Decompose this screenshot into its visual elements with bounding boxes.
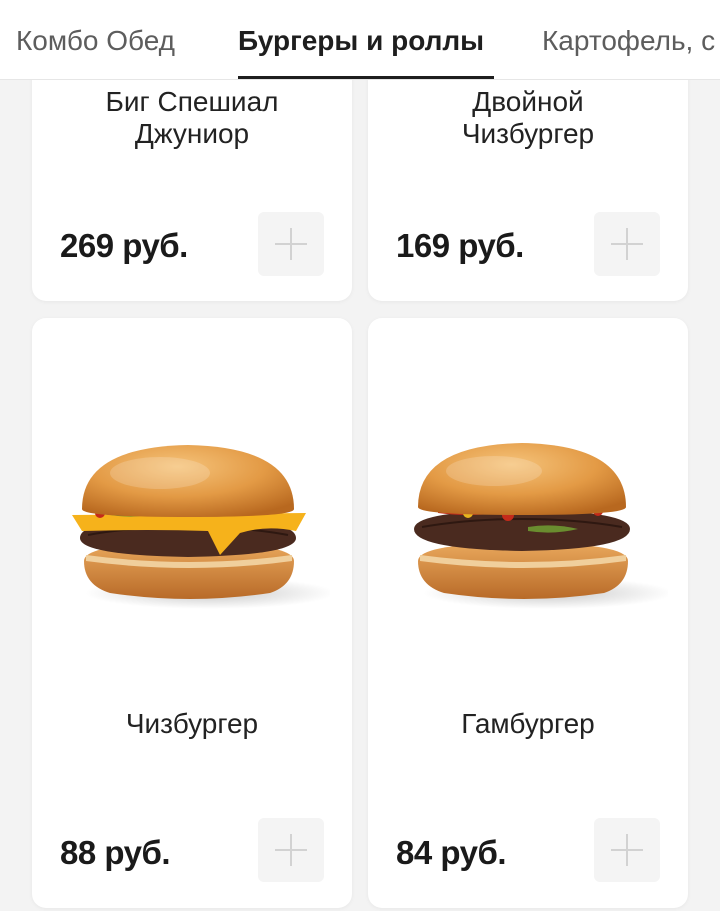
product-name: Чизбургер — [125, 708, 259, 739]
hamburger-icon — [414, 443, 668, 609]
product-card-hamburger[interactable]: Гамбургер 84 руб. — [368, 318, 688, 908]
product-card-cheeseburger[interactable]: Чизбургер 88 руб. — [32, 318, 352, 908]
product-price: 269 руб. — [60, 227, 188, 264]
add-to-cart-button[interactable] — [594, 212, 660, 276]
tab-kombo-obed[interactable]: Комбо Обед — [16, 24, 175, 58]
add-to-cart-button[interactable] — [258, 818, 324, 882]
product-name-line: Чизбургер — [461, 118, 595, 149]
product-price: 169 руб. — [396, 227, 524, 264]
product-name-line: Джуниор — [134, 118, 250, 149]
tab-fries[interactable]: Картофель, с — [542, 24, 715, 58]
tab-burgers-and-rolls[interactable]: Бургеры и роллы — [238, 24, 484, 58]
product-price: 84 руб. — [396, 834, 507, 871]
product-name-line: Двойной — [472, 86, 584, 117]
product-name-line: Биг Спешиал — [105, 86, 279, 117]
product-name: Двойной Чизбургер — [368, 86, 688, 150]
product-name: Гамбургер — [461, 708, 595, 739]
active-tab-indicator — [238, 76, 494, 79]
add-to-cart-button[interactable] — [258, 212, 324, 276]
product-price: 88 руб. — [60, 834, 171, 871]
cheeseburger-icon — [72, 445, 330, 609]
add-to-cart-button[interactable] — [594, 818, 660, 882]
category-tabs: Комбо Обед Бургеры и роллы Картофель, с — [0, 0, 720, 80]
product-name: Биг Спешиал Джуниор — [32, 86, 352, 150]
